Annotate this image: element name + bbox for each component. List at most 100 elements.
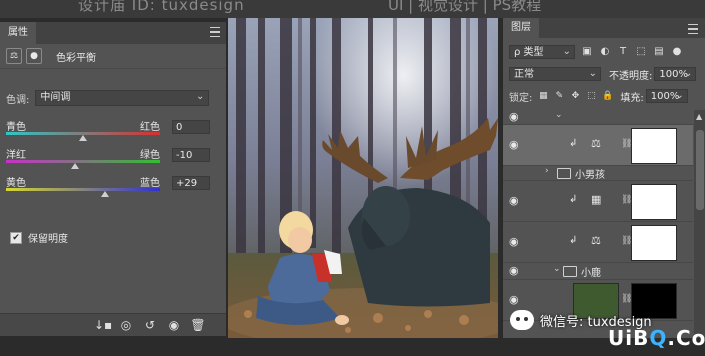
visibility-eye-icon[interactable]: ◉ xyxy=(509,139,523,150)
chevron-right-icon[interactable]: › xyxy=(545,166,549,176)
blend-mode-select[interactable]: 正常 ⌄ xyxy=(509,67,601,81)
filter-shape-icon[interactable]: ⬚ xyxy=(635,46,647,58)
properties-panel: 属性 ⚖ ● 色彩平衡 色调: 中间调 ⌄ 青色 红色 0 洋红 绿色 -10 xyxy=(0,22,227,336)
slider-thumb[interactable] xyxy=(79,135,87,141)
watermark-top-right: UI | 视觉设计 | PS教程 xyxy=(388,0,542,14)
slider-value-field[interactable]: +29 xyxy=(172,176,210,190)
slider-track[interactable] xyxy=(6,160,160,163)
visibility-eye-icon[interactable]: ◉ xyxy=(509,294,523,305)
fill-field[interactable]: 100% ⌄ xyxy=(645,89,688,103)
panel-menu-icon[interactable] xyxy=(688,24,698,34)
clip-arrow-icon: ↲ xyxy=(569,194,578,205)
visibility-eye-icon[interactable]: ◉ xyxy=(509,265,523,276)
slider-thumb[interactable] xyxy=(101,191,110,197)
properties-footer: ↓▪ ◎ ↺ ◉ 🗑 xyxy=(0,313,226,336)
filter-type-icon[interactable]: T xyxy=(617,46,629,58)
fill-label: 填充: xyxy=(620,92,644,104)
visibility-eye-icon[interactable]: ◉ xyxy=(509,111,523,122)
adjustment-header: ⚖ ● 色彩平衡 xyxy=(0,44,226,69)
layers-panel: 图层 ρ 类型 ⌄ ▣ ◐ T ⬚ ▤ ● 正常 ⌄ 不透明度: 100% ⌄ … xyxy=(502,18,705,338)
lock-row: 锁定: ▦ ✎ ✥ ⬚ 🔒 填充: 100% ⌄ xyxy=(509,88,700,104)
filter-toggle-icon[interactable]: ● xyxy=(671,46,683,58)
lock-brush-icon[interactable]: ✎ xyxy=(554,91,564,101)
title-strip: 设计庙 ID: tuxdesign UI | 视觉设计 | PS教程 xyxy=(0,0,705,18)
layer-row-color-balance-2[interactable]: ◉ ↲ ⚖ ⛓ xyxy=(503,222,693,263)
slider-left-label: 洋红 xyxy=(6,150,26,161)
tab-layers[interactable]: 图层 xyxy=(503,18,539,38)
layer-mask-thumbnail[interactable] xyxy=(631,225,677,261)
tone-label: 色调: xyxy=(6,94,30,106)
blend-row: 正常 ⌄ 不透明度: 100% ⌄ xyxy=(509,66,700,82)
visibility-eye-icon[interactable]: ◉ xyxy=(509,195,523,206)
lock-artboard-icon[interactable]: ⬚ xyxy=(586,91,596,101)
watermark-top-left: 设计庙 ID: tuxdesign xyxy=(78,0,245,14)
clip-arrow-icon: ↲ xyxy=(569,138,578,149)
layer-mask-thumbnail[interactable] xyxy=(631,184,677,220)
view-previous-icon[interactable]: ◎ xyxy=(118,317,134,333)
opacity-label: 不透明度: xyxy=(609,70,653,82)
bottom-strip xyxy=(0,338,705,356)
filter-adjustment-icon[interactable]: ◐ xyxy=(599,46,611,58)
trash-icon[interactable]: 🗑 xyxy=(190,317,206,333)
slider-track[interactable] xyxy=(6,188,160,191)
chevron-down-icon[interactable]: ⌄ xyxy=(553,264,561,274)
canvas-photo xyxy=(228,18,498,338)
color-balance-icon[interactable]: ⚖ xyxy=(6,48,22,64)
slider-left-label: 黄色 xyxy=(6,178,26,189)
scroll-thumb[interactable] xyxy=(696,130,704,210)
lock-all-icon[interactable]: 🔒 xyxy=(602,91,613,101)
lock-transparent-icon[interactable]: ▦ xyxy=(538,91,548,101)
preserve-luminosity-checkbox[interactable]: ✔ xyxy=(10,231,22,244)
tab-properties[interactable]: 属性 xyxy=(0,22,36,44)
lock-move-icon[interactable]: ✥ xyxy=(570,91,580,101)
layer-mask-thumbnail[interactable] xyxy=(631,128,677,164)
filter-smart-object-icon[interactable]: ▤ xyxy=(653,46,665,58)
color-balance-icon: ⚖ xyxy=(591,137,601,150)
reset-icon[interactable]: ↺ xyxy=(142,317,158,333)
folder-icon xyxy=(563,266,577,277)
filter-pixel-icon[interactable]: ▣ xyxy=(581,46,593,58)
slider-right-label: 蓝色 xyxy=(140,178,160,189)
visibility-eye-icon[interactable]: ◉ xyxy=(509,236,523,247)
adjustment-title: 色彩平衡 xyxy=(56,52,96,64)
blend-mode-value: 正常 xyxy=(514,69,534,80)
layers-header: 图层 xyxy=(503,18,705,38)
filter-row: ρ 类型 ⌄ ▣ ◐ T ⬚ ▤ ● xyxy=(509,44,700,60)
slider-left-label: 青色 xyxy=(6,122,26,133)
chevron-down-icon[interactable]: ⌄ xyxy=(555,110,563,120)
document-canvas[interactable] xyxy=(228,18,498,338)
layers-scrollbar[interactable]: ▲ xyxy=(694,110,705,338)
layer-row-color-balance[interactable]: ◉ ↲ ⚖ ⛓ xyxy=(503,125,693,166)
filter-type-select[interactable]: ρ 类型 ⌄ xyxy=(509,45,575,59)
filter-type-value: ρ 类型 xyxy=(514,47,544,58)
layer-row-group-top[interactable]: ◉ ⌄ xyxy=(503,110,693,125)
layer-mask-icon[interactable]: ● xyxy=(26,48,42,64)
logo-part-a: UiB xyxy=(608,326,650,350)
slider-magenta-green: 洋红 绿色 -10 xyxy=(6,146,210,169)
layer-row-levels[interactable]: ◉ ↲ ▦ ⛓ xyxy=(503,181,693,222)
clip-to-layer-icon[interactable]: ↓▪ xyxy=(94,317,112,333)
chevron-down-icon: ⌄ xyxy=(588,68,597,79)
preserve-luminosity[interactable]: ✔ 保留明度 xyxy=(10,230,68,245)
layer-group-deer[interactable]: ◉ ⌄ 小鹿 xyxy=(503,263,693,280)
slider-right-label: 红色 xyxy=(140,122,160,133)
logo-part-q: Q xyxy=(649,326,668,350)
group-name: 小男孩 xyxy=(575,170,605,181)
site-logo: UiBQ.CoM xyxy=(608,326,705,350)
slider-value-field[interactable]: 0 xyxy=(172,120,210,134)
lock-label: 锁定: xyxy=(509,92,533,104)
clip-arrow-icon: ↲ xyxy=(569,235,578,246)
preserve-luminosity-label: 保留明度 xyxy=(28,234,68,245)
tone-select[interactable]: 中间调 ⌄ xyxy=(35,90,210,106)
layer-group-boy[interactable]: › 小男孩 xyxy=(503,166,693,181)
panel-menu-icon[interactable] xyxy=(210,27,220,37)
levels-icon: ▦ xyxy=(591,193,602,206)
slider-cyan-red: 青色 红色 0 xyxy=(6,118,210,141)
tone-select-value: 中间调 xyxy=(40,92,71,103)
properties-header: 属性 xyxy=(0,22,226,44)
scroll-up-icon[interactable]: ▲ xyxy=(696,112,702,121)
slider-thumb[interactable] xyxy=(71,163,80,169)
slider-value-field[interactable]: -10 xyxy=(172,148,210,162)
opacity-field[interactable]: 100% ⌄ xyxy=(654,67,697,81)
visibility-eye-icon[interactable]: ◉ xyxy=(166,317,182,333)
